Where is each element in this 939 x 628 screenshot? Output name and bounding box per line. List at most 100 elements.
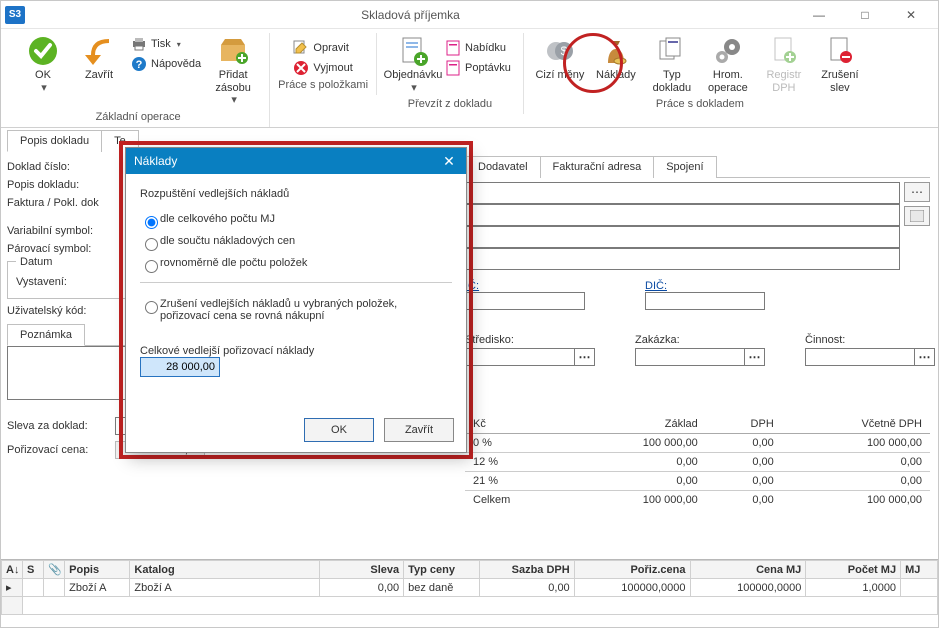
tab-popis-dokladu[interactable]: Popis dokladu bbox=[7, 130, 102, 152]
col-katalog[interactable]: Katalog bbox=[130, 561, 320, 579]
help-label: Nápověda bbox=[151, 58, 201, 70]
doc-minus-icon bbox=[824, 35, 856, 67]
print-label: Tisk bbox=[151, 38, 171, 50]
order-label: Objednávku bbox=[384, 69, 443, 82]
supplier-line4[interactable] bbox=[465, 248, 900, 270]
pencil-icon bbox=[293, 40, 309, 56]
zakazka-lookup[interactable]: ⋯ bbox=[745, 348, 765, 366]
offer-button[interactable]: Nabídku bbox=[441, 39, 515, 57]
radio-opt2[interactable]: dle součtu nákladových cen bbox=[140, 230, 452, 252]
dialog-title: Náklady bbox=[134, 154, 177, 168]
ok-button[interactable]: OK▾ bbox=[15, 33, 71, 96]
doc-icon bbox=[445, 60, 461, 76]
stredisko-lookup[interactable]: ⋯ bbox=[575, 348, 595, 366]
tab-supplier[interactable]: Dodavatel bbox=[465, 156, 541, 178]
user-code-label: Uživatelský kód: bbox=[7, 305, 115, 317]
costs-dialog: Náklady ✕ Rozpuštění vedlejších nákladů … bbox=[125, 147, 467, 453]
address-card-icon bbox=[910, 210, 924, 222]
ico-input[interactable] bbox=[465, 292, 585, 310]
items-grid[interactable]: A↓ S 📎 Popis Katalog Sleva Typ ceny Sazb… bbox=[1, 559, 938, 627]
dialog-close-button[interactable]: ✕ bbox=[440, 152, 458, 170]
th-currency: Kč bbox=[465, 415, 568, 434]
col-attach[interactable]: 📎 bbox=[44, 561, 65, 579]
doc-number-label: Doklad číslo: bbox=[7, 161, 115, 173]
col-s[interactable]: S bbox=[23, 561, 44, 579]
col-sazba[interactable]: Sazba DPH bbox=[479, 561, 574, 579]
back-arrow-icon bbox=[83, 35, 115, 67]
delete-icon bbox=[293, 60, 309, 76]
offer-label: Nabídku bbox=[465, 42, 506, 54]
discount-label: Sleva za doklad: bbox=[7, 420, 115, 432]
dialog-ok-button[interactable]: OK bbox=[304, 418, 374, 442]
currencies-label: Cizí měny bbox=[535, 69, 584, 82]
radio-opt4[interactable]: Zrušení vedlejších nákladů u vybraných p… bbox=[140, 293, 452, 327]
purchase-label: Pořizovací cena: bbox=[7, 444, 115, 456]
delete-button[interactable]: Vyjmout bbox=[289, 59, 356, 77]
col-mj[interactable]: MJ bbox=[901, 561, 938, 579]
dic-input[interactable] bbox=[645, 292, 765, 310]
col-cenamj[interactable]: Cena MJ bbox=[690, 561, 806, 579]
order-button[interactable]: Objednávku▾ bbox=[385, 33, 441, 96]
ribbon-group-doc: Práce s dokladem bbox=[656, 98, 744, 110]
edit-button[interactable]: Opravit bbox=[289, 39, 356, 57]
col-sort[interactable]: A↓ bbox=[2, 561, 23, 579]
dic-link[interactable]: DIČ: bbox=[645, 280, 667, 292]
help-icon: ? bbox=[131, 56, 147, 72]
cinnost-lookup[interactable]: ⋯ bbox=[915, 348, 935, 366]
demand-button[interactable]: Poptávku bbox=[441, 59, 515, 77]
check-icon bbox=[27, 35, 59, 67]
supplier-lookup-button[interactable]: ⋯ bbox=[904, 182, 930, 202]
doc-icon bbox=[445, 40, 461, 56]
col-poriz[interactable]: Pořiz.cena bbox=[574, 561, 690, 579]
window-close-button[interactable]: ✕ bbox=[888, 1, 934, 29]
window-minimize-button[interactable]: — bbox=[796, 1, 842, 29]
currencies-button[interactable]: $ Cizí měny bbox=[532, 33, 588, 84]
dialog-cancel-button[interactable]: Zavřít bbox=[384, 418, 454, 442]
doc-type-button[interactable]: Typ dokladu bbox=[644, 33, 700, 96]
mass-op-button[interactable]: Hrom. operace bbox=[700, 33, 756, 96]
supplier-card-button[interactable] bbox=[904, 206, 930, 226]
money-bag-icon bbox=[600, 35, 632, 67]
doc-type-label: Typ dokladu bbox=[646, 69, 698, 94]
col-typceny[interactable]: Typ ceny bbox=[404, 561, 480, 579]
tab-contact[interactable]: Spojení bbox=[653, 156, 716, 178]
ribbon: OK▾ Zavřít Tisk▾ ? Nápověda bbox=[1, 29, 938, 128]
costs-label: Náklady bbox=[596, 69, 636, 82]
tab-note[interactable]: Poznámka bbox=[7, 324, 85, 346]
supplier-line1[interactable] bbox=[465, 182, 900, 204]
tab-billing-address[interactable]: Fakturační adresa bbox=[540, 156, 655, 178]
radio-opt1[interactable]: dle celkového počtu MJ bbox=[140, 208, 452, 230]
close-label: Zavřít bbox=[85, 69, 113, 82]
add-stock-button[interactable]: Přidat zásobu▾ bbox=[205, 33, 261, 109]
supplier-grid: ⋯ bbox=[465, 182, 930, 270]
print-button[interactable]: Tisk▾ bbox=[127, 35, 205, 53]
vat-registry-button[interactable]: Registr DPH bbox=[756, 33, 812, 96]
radio-opt3[interactable]: rovnoměrně dle počtu položek bbox=[140, 252, 452, 274]
stredisko-input[interactable] bbox=[465, 348, 575, 366]
col-popis[interactable]: Popis bbox=[65, 561, 130, 579]
add-stock-label: Přidat zásobu bbox=[207, 69, 259, 94]
col-sleva[interactable]: Sleva bbox=[319, 561, 403, 579]
totals-row: 21 %0,000,000,00 bbox=[465, 472, 930, 491]
row-indicator: ▸ bbox=[2, 579, 23, 597]
doc-plus-icon bbox=[768, 35, 800, 67]
costs-button[interactable]: Náklady bbox=[588, 33, 644, 84]
document-arrow-icon bbox=[397, 35, 429, 67]
cinnost-input[interactable] bbox=[805, 348, 915, 366]
th-vat: DPH bbox=[706, 415, 782, 434]
grid-row-empty[interactable] bbox=[2, 597, 938, 615]
mass-op-label: Hrom. operace bbox=[702, 69, 754, 94]
help-button[interactable]: ? Nápověda bbox=[127, 55, 205, 73]
ribbon-group-takeover: Převzít z dokladu bbox=[408, 98, 492, 110]
dialog-amount-input[interactable] bbox=[140, 357, 220, 377]
th-base: Základ bbox=[568, 415, 706, 434]
col-pocet[interactable]: Počet MJ bbox=[806, 561, 901, 579]
grid-row[interactable]: ▸ Zboží A Zboží A 0,00 bez daně 0,00 100… bbox=[2, 579, 938, 597]
zakazka-input[interactable] bbox=[635, 348, 745, 366]
close-button[interactable]: Zavřít bbox=[71, 33, 127, 84]
supplier-line2[interactable] bbox=[465, 204, 900, 226]
demand-label: Poptávku bbox=[465, 62, 511, 74]
window-maximize-button[interactable]: □ bbox=[842, 1, 888, 29]
cancel-discounts-button[interactable]: Zrušení slev bbox=[812, 33, 868, 96]
supplier-line3[interactable] bbox=[465, 226, 900, 248]
